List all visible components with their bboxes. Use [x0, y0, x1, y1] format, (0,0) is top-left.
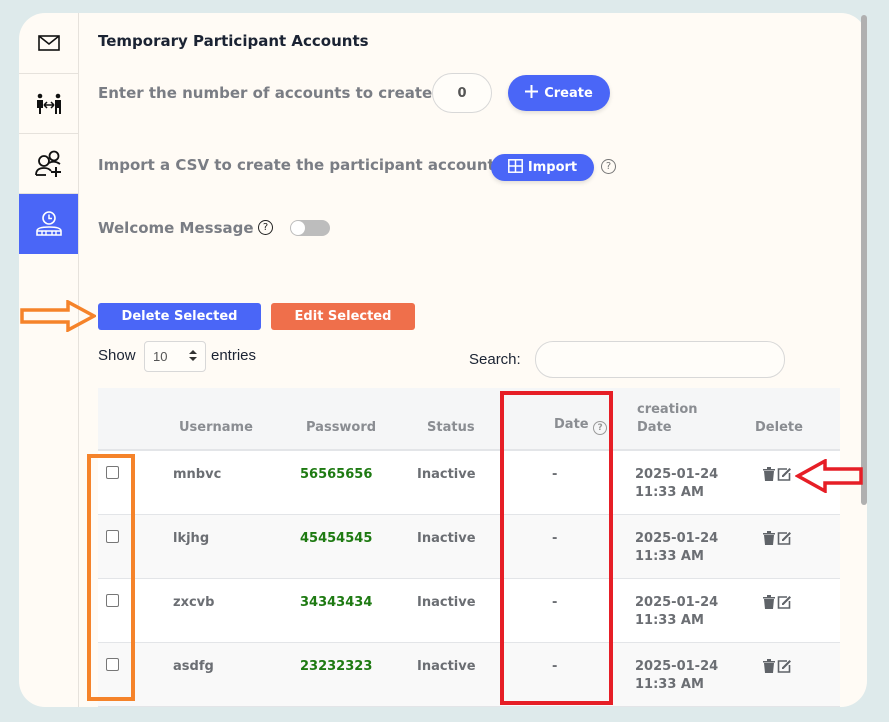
trash-icon[interactable]	[763, 594, 775, 609]
create-button[interactable]: Create	[508, 75, 610, 111]
add-user-icon	[34, 149, 64, 179]
cell-creation-date: 2025-01-24 11:33 AM	[623, 514, 745, 579]
header-creation-line2: Date	[637, 420, 672, 435]
creation-time: 11:33 AM	[635, 676, 704, 692]
cell-creation-date: 2025-01-24 11:33 AM	[623, 450, 745, 515]
creation-date: 2025-01-24	[635, 530, 719, 546]
table-row: lkjhg 45454545 Inactive -2025-01-24 11:33 AM	[98, 514, 840, 579]
creation-date: 2025-01-24	[635, 594, 719, 610]
entries-label: entries	[211, 347, 257, 364]
cell-creation-date: 2025-01-24 11:33 AM	[623, 642, 745, 707]
trash-icon[interactable]	[763, 658, 775, 673]
plus-icon	[525, 84, 539, 102]
trash-icon[interactable]	[763, 530, 775, 545]
creation-date: 2025-01-24	[635, 658, 719, 674]
table-row: zxcvb 34343434 Inactive -2025-01-24 11:33 AM	[98, 578, 840, 643]
table-row: mnbvc 56565656 Inactive -2025-01-24 11:33 AM	[98, 450, 840, 515]
table-row: asdfg 23232323 Inactive -2025-01-24 11:33 AM	[98, 642, 840, 707]
table-icon	[507, 158, 523, 177]
cell-actions	[745, 642, 840, 707]
cell-password: 56565656	[300, 450, 417, 515]
import-label: Import a CSV to create the participant a…	[98, 156, 501, 174]
welcome-help-icon[interactable]: ?	[258, 220, 273, 235]
creation-time: 11:33 AM	[635, 485, 704, 500]
cell-username: asdfg	[173, 642, 300, 707]
import-help-icon[interactable]: ?	[601, 159, 616, 174]
cell-password: 45454545	[300, 514, 417, 579]
sidebar-item-add-participants[interactable]	[19, 134, 78, 194]
exchange-people-icon	[36, 93, 62, 115]
header-delete: Delete	[745, 388, 840, 451]
cell-actions	[745, 514, 840, 579]
cell-password: 34343434	[300, 578, 417, 643]
edit-icon[interactable]	[777, 595, 792, 609]
table-header-row: Username Password Status Date ? creation…	[98, 388, 840, 451]
creation-date: 2025-01-24	[635, 467, 719, 482]
trash-icon[interactable]	[763, 467, 775, 481]
sidebar-item-messages[interactable]	[19, 13, 78, 74]
sidebar-item-temporary-accounts[interactable]	[19, 194, 78, 254]
page-title: Temporary Participant Accounts	[98, 32, 369, 50]
import-button[interactable]: Import	[491, 154, 594, 181]
toggle-knob	[291, 221, 305, 235]
sort-arrows-icon	[189, 349, 197, 364]
temporary-accounts-icon	[35, 211, 63, 237]
entries-per-page-select[interactable]: 10	[144, 341, 206, 372]
create-count-input[interactable]	[432, 73, 492, 113]
arrow-left-annotation-icon	[795, 459, 863, 493]
edit-selected-button[interactable]: Edit Selected	[271, 303, 415, 330]
mail-icon	[37, 35, 60, 51]
header-creation-date[interactable]: creation Date	[623, 388, 745, 451]
import-button-label: Import	[527, 160, 578, 175]
cell-username: lkjhg	[173, 514, 300, 579]
sidebar-item-exchange[interactable]	[19, 74, 78, 134]
creation-time: 11:33 AM	[635, 612, 704, 628]
arrow-right-annotation-icon	[20, 300, 96, 332]
header-username[interactable]: Username	[173, 388, 300, 451]
checkbox-column-highlight	[87, 454, 135, 701]
create-count-label: Enter the number of accounts to create	[98, 84, 433, 102]
date-column-highlight	[500, 391, 613, 705]
search-label: Search:	[469, 351, 521, 368]
edit-icon[interactable]	[777, 531, 792, 545]
accounts-table: Username Password Status Date ? creation…	[98, 388, 840, 707]
cell-actions	[745, 578, 840, 643]
header-select	[98, 388, 173, 451]
header-password[interactable]: Password	[300, 388, 417, 451]
search-input[interactable]	[535, 341, 785, 378]
edit-icon[interactable]	[777, 467, 792, 481]
cell-username: mnbvc	[173, 450, 300, 515]
entries-value: 10	[153, 349, 168, 364]
cell-creation-date: 2025-01-24 11:33 AM	[623, 578, 745, 643]
edit-icon[interactable]	[777, 659, 792, 673]
welcome-message-toggle[interactable]	[290, 220, 330, 236]
create-button-label: Create	[544, 85, 593, 101]
welcome-message-label: Welcome Message	[98, 219, 254, 237]
header-creation-line1: creation	[637, 402, 698, 417]
creation-time: 11:33 AM	[635, 548, 704, 564]
show-label: Show	[98, 347, 136, 364]
sidebar	[19, 13, 79, 707]
scrollbar-thumb[interactable]	[861, 15, 867, 505]
cell-username: zxcvb	[173, 578, 300, 643]
cell-password: 23232323	[300, 642, 417, 707]
delete-selected-button[interactable]: Delete Selected	[98, 303, 261, 330]
